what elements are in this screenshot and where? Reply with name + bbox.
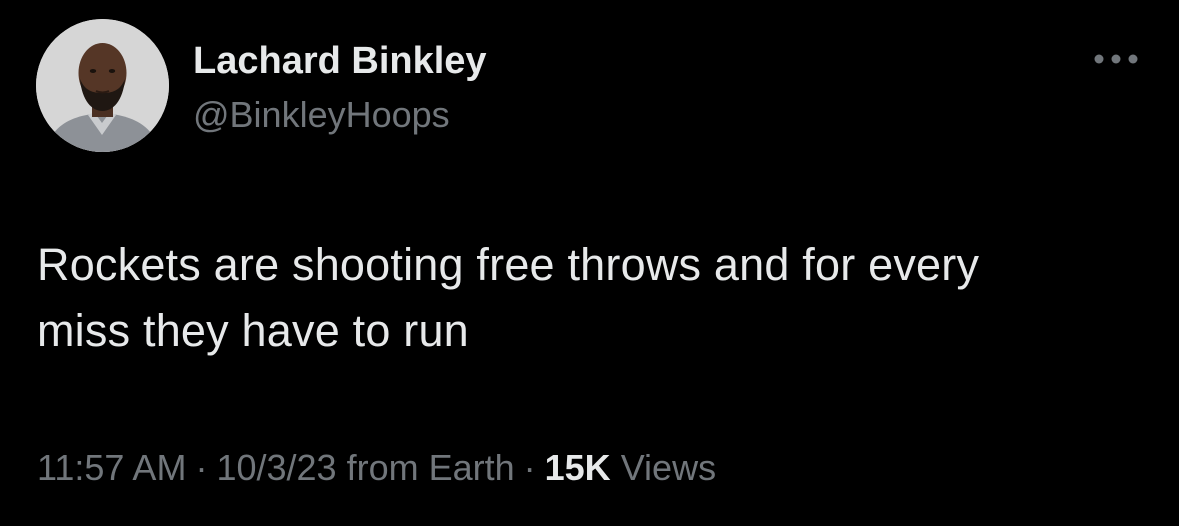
tweet-source: from Earth	[346, 447, 515, 488]
separator: ·	[523, 447, 536, 488]
avatar[interactable]	[36, 19, 169, 152]
profile-photo-icon	[36, 19, 169, 152]
more-horizontal-icon	[1094, 54, 1138, 64]
views-count[interactable]: 15K	[545, 447, 611, 488]
tweet-card: Lachard Binkley @BinkleyHoops Rockets ar…	[0, 0, 1179, 526]
tweet-date[interactable]: 10/3/23	[216, 447, 336, 488]
tweet-time[interactable]: 11:57 AM	[37, 447, 186, 488]
more-options-button[interactable]	[1088, 44, 1144, 74]
views-label[interactable]: Views	[621, 447, 716, 488]
tweet-text-line: miss they have to run	[37, 305, 469, 356]
user-handle[interactable]: @BinkleyHoops	[193, 93, 450, 137]
tweet-text: Rockets are shooting free throws and for…	[37, 232, 1147, 364]
separator: ·	[195, 447, 208, 488]
tweet-text-line: Rockets are shooting free throws and for…	[37, 239, 980, 290]
display-name[interactable]: Lachard Binkley	[193, 39, 487, 83]
tweet-metadata: 11:57 AM · 10/3/23 from Earth · 15K Views	[37, 446, 716, 490]
